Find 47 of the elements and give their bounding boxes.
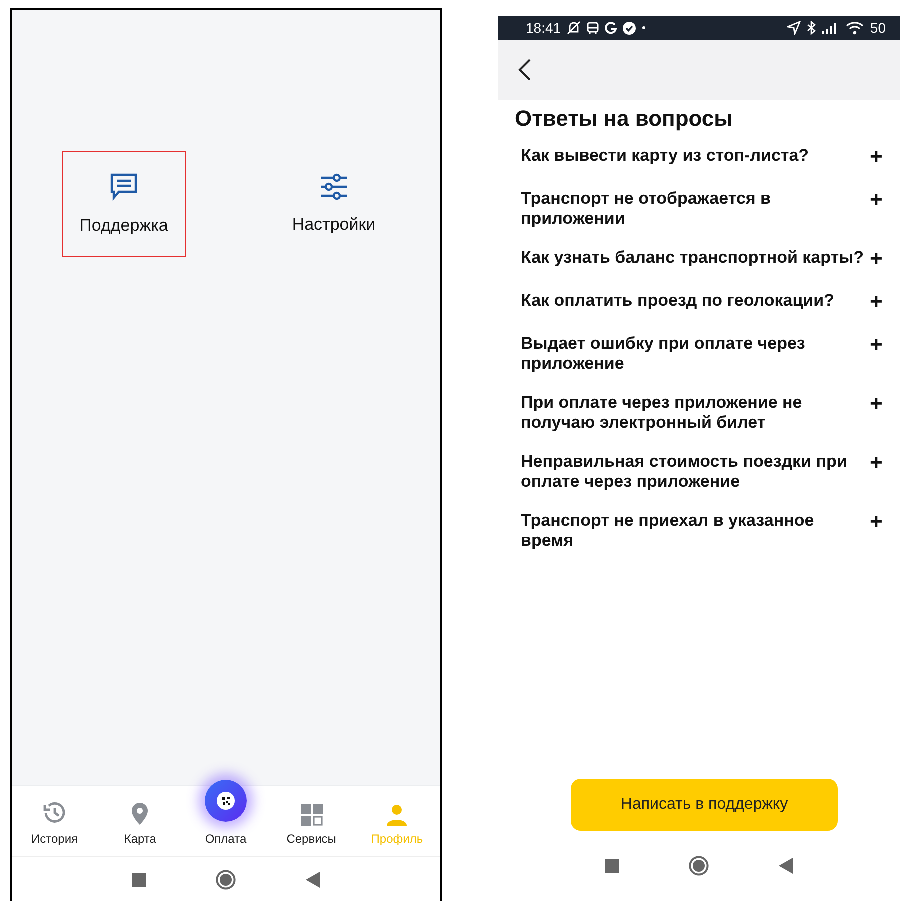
settings-menu-item[interactable]: Настройки: [272, 151, 396, 257]
bus-icon: [587, 22, 600, 34]
back-triangle-icon[interactable]: [779, 858, 793, 874]
muted-bell-icon: [567, 21, 582, 35]
qr-code-icon: [216, 792, 235, 810]
nav-tab[interactable]: Оплата: [186, 780, 266, 846]
back-icon[interactable]: [518, 58, 532, 82]
faq-question[interactable]: Как узнать баланс транспортной карты?: [521, 248, 866, 268]
tiles-icon: [300, 804, 323, 826]
person-icon: [386, 804, 408, 826]
faq-question[interactable]: Выдает ошибку при оплате через приложение: [521, 334, 866, 374]
check-circle-icon: [623, 22, 636, 34]
home-circle-icon[interactable]: [216, 870, 236, 890]
faq-question[interactable]: Как оплатить проезд по геолокации?: [521, 291, 866, 311]
payment-button-icon[interactable]: [204, 780, 247, 822]
battery-indicator: 50: [870, 20, 886, 36]
location-pin-icon: [131, 802, 150, 826]
expand-toggle[interactable]: +: [870, 187, 883, 213]
g-letter-icon: [605, 22, 618, 34]
expand-toggle[interactable]: +: [870, 144, 883, 170]
navigation-arrow-icon: [787, 21, 802, 35]
support-menu-item[interactable]: Поддержка: [62, 151, 186, 257]
faq-question[interactable]: Как вывести карту из стоп-листа?: [521, 146, 866, 166]
write-to-support-button[interactable]: Написать в поддержку: [571, 779, 838, 831]
status-time: 18:41: [526, 20, 562, 36]
nav-tab[interactable]: Карта: [100, 802, 180, 846]
back-triangle-icon[interactable]: [306, 872, 320, 888]
faq-question[interactable]: Транспорт не приехал в указанное время: [521, 511, 866, 551]
expand-toggle[interactable]: +: [870, 289, 883, 315]
nav-tab[interactable]: История: [14, 800, 95, 846]
history-icon: [42, 800, 68, 826]
bluetooth-icon: [807, 21, 816, 35]
expand-toggle[interactable]: +: [870, 332, 883, 358]
expand-toggle[interactable]: +: [870, 391, 883, 417]
faq-question[interactable]: Транспорт не отображается в приложении: [521, 189, 866, 229]
dot-icon: [642, 26, 646, 30]
page-title: Ответы на вопросы: [515, 106, 734, 132]
wifi-icon: [846, 21, 864, 35]
nav-tab[interactable]: Сервисы: [272, 804, 352, 846]
expand-toggle[interactable]: +: [870, 246, 883, 272]
sliders-icon: [320, 173, 348, 201]
faq-question[interactable]: При оплате через приложение не получаю электронный билет: [521, 393, 866, 433]
home-circle-icon[interactable]: [689, 856, 709, 876]
expand-toggle[interactable]: +: [870, 450, 883, 476]
faq-question[interactable]: Неправильная стоимость поездки при оплате через приложение: [521, 452, 866, 492]
chat-bubble-icon: [109, 172, 139, 202]
expand-toggle[interactable]: +: [870, 509, 883, 535]
